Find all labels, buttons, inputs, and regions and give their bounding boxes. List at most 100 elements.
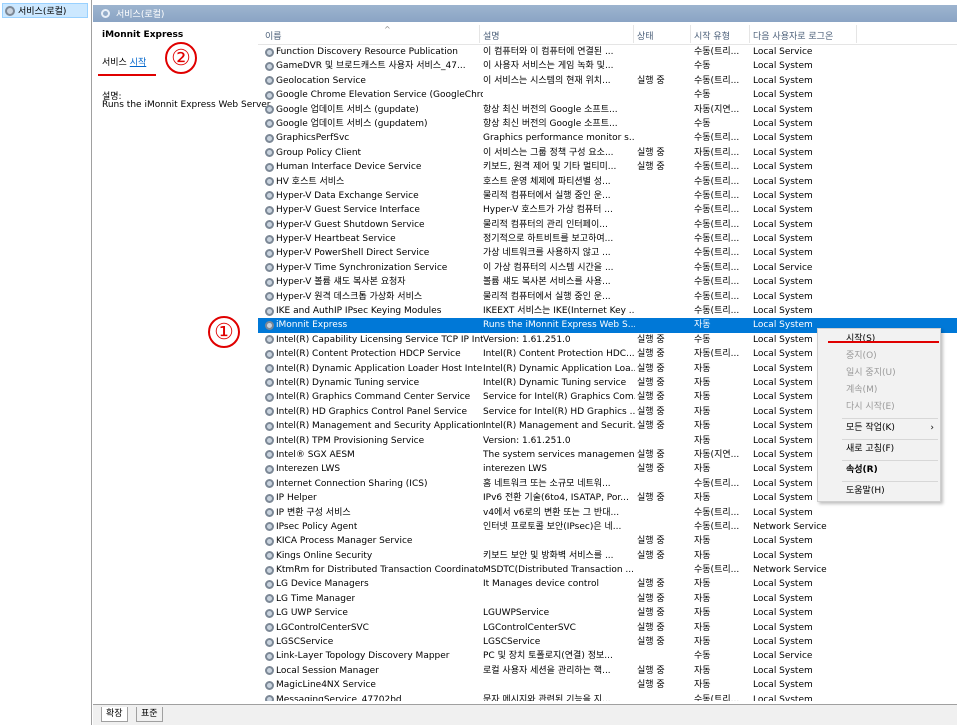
service-status: 실행 중 bbox=[637, 421, 665, 432]
table-row[interactable]: KICA Process Manager Service 실행 중 자동 Local … bbox=[258, 534, 957, 548]
table-row[interactable]: IKE and AuthIP IPsec Keying Modules IKEEX… bbox=[258, 304, 957, 318]
table-row[interactable]: Geolocation Service 이 서비스는 시스템의 현재 위치... 실… bbox=[258, 74, 957, 88]
menu-item-help[interactable]: 도움말(H) bbox=[818, 483, 940, 500]
service-name: GameDVR 및 브로드캐스트 사용자 서비스_47... bbox=[276, 61, 466, 72]
service-description: LGSCService bbox=[483, 637, 541, 648]
table-row[interactable]: LG Time Manager 실행 중 자동 Local System bbox=[258, 592, 957, 606]
service-name: LG Time Manager bbox=[276, 593, 356, 604]
column-divider[interactable] bbox=[633, 25, 634, 43]
tab-extended[interactable]: 확장 bbox=[101, 707, 128, 722]
service-gear-icon bbox=[265, 76, 274, 86]
table-row[interactable]: KtmRm for Distributed Transaction Coordi… bbox=[258, 563, 957, 577]
start-service-link[interactable]: 시작 bbox=[130, 58, 147, 68]
table-row[interactable]: HV 호스트 서비스 호스트 운영 체제에 파티션별 성... 수동(트리... Lo… bbox=[258, 175, 957, 189]
service-logon-as: Local Service bbox=[753, 262, 813, 273]
table-row[interactable]: Hyper-V Guest Service Interface Hyper-V 호… bbox=[258, 203, 957, 217]
column-divider[interactable] bbox=[749, 25, 750, 43]
service-name: HV 호스트 서비스 bbox=[276, 176, 345, 187]
service-startup-type: 수동 bbox=[694, 118, 711, 129]
service-status: 실행 중 bbox=[637, 377, 665, 388]
service-gear-icon bbox=[265, 565, 274, 575]
row-name-cell: KICA Process Manager Service bbox=[265, 535, 483, 547]
table-row[interactable]: Hyper-V Time Synchronization Service 이 가상… bbox=[258, 261, 957, 275]
service-logon-as: Local System bbox=[753, 104, 813, 115]
table-row[interactable]: Hyper-V PowerShell Direct Service 가상 네트워크… bbox=[258, 246, 957, 260]
service-name: Hyper-V PowerShell Direct Service bbox=[276, 248, 430, 259]
service-description: 홈 네트워크 또는 소규모 네트워... bbox=[483, 478, 611, 489]
table-row[interactable]: LGControlCenterSVC LGControlCenterSVC 실행 중… bbox=[258, 621, 957, 635]
table-row[interactable]: Hyper-V Data Exchange Service 물리적 컴퓨터에서 실… bbox=[258, 189, 957, 203]
table-row[interactable]: Human Interface Device Service 키보드, 원격 제어… bbox=[258, 160, 957, 174]
row-name-cell: Intel(R) Dynamic Tuning service bbox=[265, 377, 483, 389]
column-divider[interactable] bbox=[856, 25, 857, 43]
service-description: Version: 1.61.251.0 bbox=[483, 435, 571, 446]
service-logon-as: Local System bbox=[753, 190, 813, 201]
table-row[interactable]: MessagingService_47702bd 문자 메시지와 관련된 기능을 … bbox=[258, 693, 957, 701]
row-name-cell: Hyper-V 원격 데스크톱 가상화 서비스 bbox=[265, 291, 483, 303]
service-description: 문자 메시지와 관련된 기능을 지... bbox=[483, 694, 611, 701]
table-row[interactable]: MagicLine4NX Service 실행 중 자동 Local System bbox=[258, 678, 957, 692]
table-row[interactable]: IP 변환 구성 서비스 v4에서 v6로의 변환 또는 그 반대... 수동(트리… bbox=[258, 506, 957, 520]
annotation-underline-start-link bbox=[98, 74, 156, 76]
table-row[interactable]: Kings Online Security 키보드 보안 및 방화벽 서비스를 .… bbox=[258, 549, 957, 563]
column-logon-as[interactable]: 다음 사용자로 로그온 bbox=[753, 29, 833, 42]
table-row[interactable]: Hyper-V Guest Shutdown Service 물리적 컴퓨터의 관… bbox=[258, 218, 957, 232]
selected-service-name: iMonnit Express bbox=[102, 30, 184, 40]
table-row[interactable]: Google 업데이트 서비스 (gupdate) 항상 최신 버전의 Googl… bbox=[258, 103, 957, 117]
service-gear-icon bbox=[265, 378, 274, 388]
service-logon-as: Local System bbox=[753, 234, 813, 245]
column-startup-type[interactable]: 시작 유형 bbox=[694, 29, 730, 42]
service-description: 볼륨 섀도 복사본 서비스를 사용... bbox=[483, 277, 611, 288]
table-row[interactable]: Hyper-V Heartbeat Service 정기적으로 하트비트를 보고하… bbox=[258, 232, 957, 246]
table-row[interactable]: LG Device Managers It Manages device cont… bbox=[258, 577, 957, 591]
row-name-cell: LG Time Manager bbox=[265, 593, 483, 605]
row-name-cell: Group Policy Client bbox=[265, 147, 483, 159]
service-status: 실행 중 bbox=[637, 162, 665, 173]
menu-item-refresh[interactable]: 새로 고침(F) bbox=[818, 441, 940, 458]
table-row[interactable]: Link-Layer Topology Discovery Mapper PC 및… bbox=[258, 649, 957, 663]
tree-item-services-local[interactable]: 서비스(로컬) bbox=[2, 3, 88, 18]
tab-standard[interactable]: 표준 bbox=[136, 707, 163, 722]
table-row[interactable]: Google 업데이트 서비스 (gupdatem) 항상 최신 버전의 Goog… bbox=[258, 117, 957, 131]
table-row[interactable]: Group Policy Client 이 서비스는 그룹 정책 구성 요소...… bbox=[258, 146, 957, 160]
service-status: 실행 중 bbox=[637, 637, 665, 648]
service-name: IP 변환 구성 서비스 bbox=[276, 507, 351, 518]
service-description: 항상 최신 버전의 Google 소프트... bbox=[483, 118, 618, 129]
service-description: IPv6 전환 기술(6to4, ISATAP, Por... bbox=[483, 493, 629, 504]
service-startup-type: 수동(트리... bbox=[694, 219, 740, 230]
column-status[interactable]: 상태 bbox=[637, 29, 654, 42]
column-description[interactable]: 설명 bbox=[483, 29, 500, 42]
table-row[interactable]: GraphicsPerfSvc Graphics performance moni… bbox=[258, 131, 957, 145]
table-row[interactable]: LGSCService LGSCService 실행 중 자동 Local System bbox=[258, 635, 957, 649]
table-row[interactable]: Local Session Manager 로컬 사용자 세션을 관리하는 핵..… bbox=[258, 664, 957, 678]
menu-item-all-tasks[interactable]: 모든 작업(K) › bbox=[818, 420, 940, 437]
column-divider[interactable] bbox=[690, 25, 691, 43]
row-name-cell: GameDVR 및 브로드캐스트 사용자 서비스_47... bbox=[265, 60, 483, 72]
row-name-cell: Hyper-V PowerShell Direct Service bbox=[265, 247, 483, 259]
service-name: Intel® SGX AESM bbox=[276, 449, 355, 460]
service-startup-type: 자동 bbox=[694, 464, 711, 475]
table-row[interactable]: Function Discovery Resource Publication 이… bbox=[258, 45, 957, 59]
service-gear-icon bbox=[265, 407, 274, 417]
table-row[interactable]: IPsec Policy Agent 인터넷 프로토콜 보안(IPsec)은 네.… bbox=[258, 520, 957, 534]
annotation-marker-2: ② bbox=[165, 42, 197, 74]
services-gear-icon bbox=[5, 5, 15, 16]
table-row[interactable]: Hyper-V 볼륨 섀도 복사본 요청자 볼륨 섀도 복사본 서비스를 사용..… bbox=[258, 275, 957, 289]
table-row[interactable]: Google Chrome Elevation Service (GoogleC… bbox=[258, 88, 957, 102]
column-divider[interactable] bbox=[479, 25, 480, 43]
service-startup-type: 자동 bbox=[694, 665, 711, 676]
service-name: Intel(R) Content Protection HDCP Service bbox=[276, 349, 461, 360]
row-name-cell: Hyper-V 볼륨 섀도 복사본 요청자 bbox=[265, 276, 483, 288]
table-row[interactable]: LG UWP Service LGUWPService 실행 중 자동 Local Sy… bbox=[258, 606, 957, 620]
column-name[interactable]: 이름 bbox=[265, 29, 282, 42]
service-startup-type: 수동(트리... bbox=[694, 205, 740, 216]
menu-item-start[interactable]: 시작(S) bbox=[818, 331, 940, 348]
table-row[interactable]: Hyper-V 원격 데스크톱 가상화 서비스 물리적 컴퓨터에서 실행 중인 운… bbox=[258, 290, 957, 304]
service-startup-type: 수동(트리... bbox=[694, 291, 740, 302]
row-name-cell: Function Discovery Resource Publication bbox=[265, 46, 483, 58]
sort-ascending-icon: ^ bbox=[384, 25, 391, 34]
menu-item-properties[interactable]: 속성(R) bbox=[818, 462, 940, 479]
service-gear-icon bbox=[265, 651, 274, 661]
row-name-cell: Hyper-V Guest Shutdown Service bbox=[265, 219, 483, 231]
table-row[interactable]: GameDVR 및 브로드캐스트 사용자 서비스_47... 이 사용자 서비스는… bbox=[258, 59, 957, 73]
